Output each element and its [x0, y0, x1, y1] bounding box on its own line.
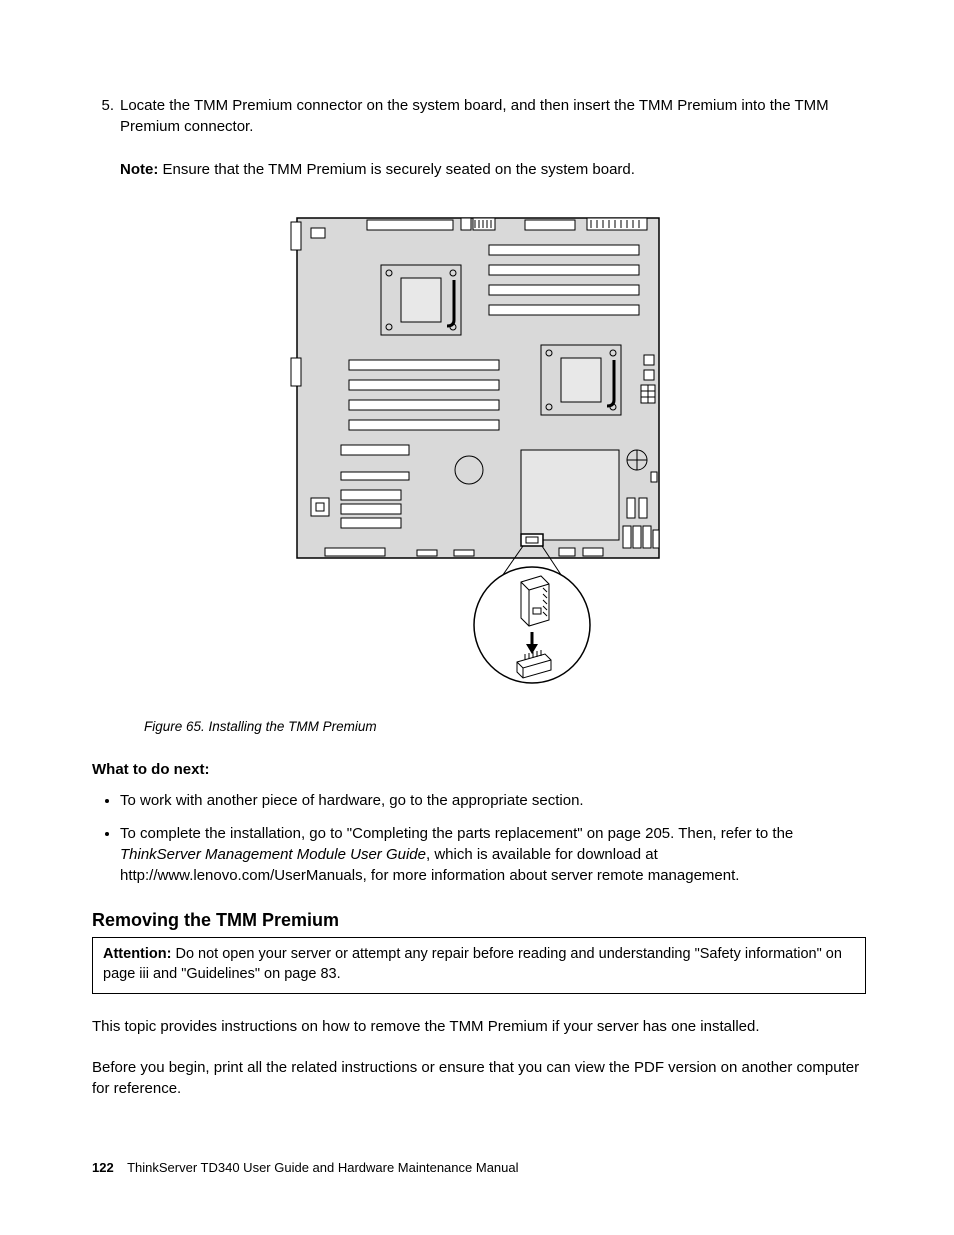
paragraph: This topic provides instructions on how … [92, 1016, 866, 1037]
what-next-list: To work with another piece of hardware, … [102, 790, 866, 886]
what-next-heading: What to do next: [92, 759, 866, 780]
figure-caption: Figure 65. Installing the TMM Premium [144, 718, 866, 737]
step-number: 5. [92, 95, 120, 137]
step-text: Locate the TMM Premium connector on the … [120, 95, 866, 137]
tmm-module-icon [521, 576, 549, 626]
doc-ref: ThinkServer Management Module User Guide [120, 846, 426, 863]
list-item: To work with another piece of hardware, … [120, 790, 866, 811]
attention-text: Do not open your server or attempt any r… [103, 946, 842, 982]
doc-title: ThinkServer TD340 User Guide and Hardwar… [127, 1160, 518, 1175]
page-footer: 122 ThinkServer TD340 User Guide and Har… [92, 1159, 519, 1177]
paragraph: Before you begin, print all the related … [92, 1057, 866, 1099]
note: Note: Ensure that the TMM Premium is sec… [120, 159, 866, 180]
figure [92, 210, 866, 700]
page-container: 5. Locate the TMM Premium connector on t… [0, 0, 954, 1235]
attention-label: Attention: [103, 946, 171, 962]
attention-box: Attention: Do not open your server or at… [92, 937, 866, 994]
note-text: Ensure that the TMM Premium is securely … [163, 161, 635, 178]
section-title: Removing the TMM Premium [92, 908, 866, 933]
note-label: Note: [120, 161, 158, 178]
system-board-diagram [289, 210, 669, 700]
list-item: To complete the installation, go to "Com… [120, 823, 866, 886]
step-5: 5. Locate the TMM Premium connector on t… [92, 95, 866, 137]
page-number: 122 [92, 1160, 114, 1175]
